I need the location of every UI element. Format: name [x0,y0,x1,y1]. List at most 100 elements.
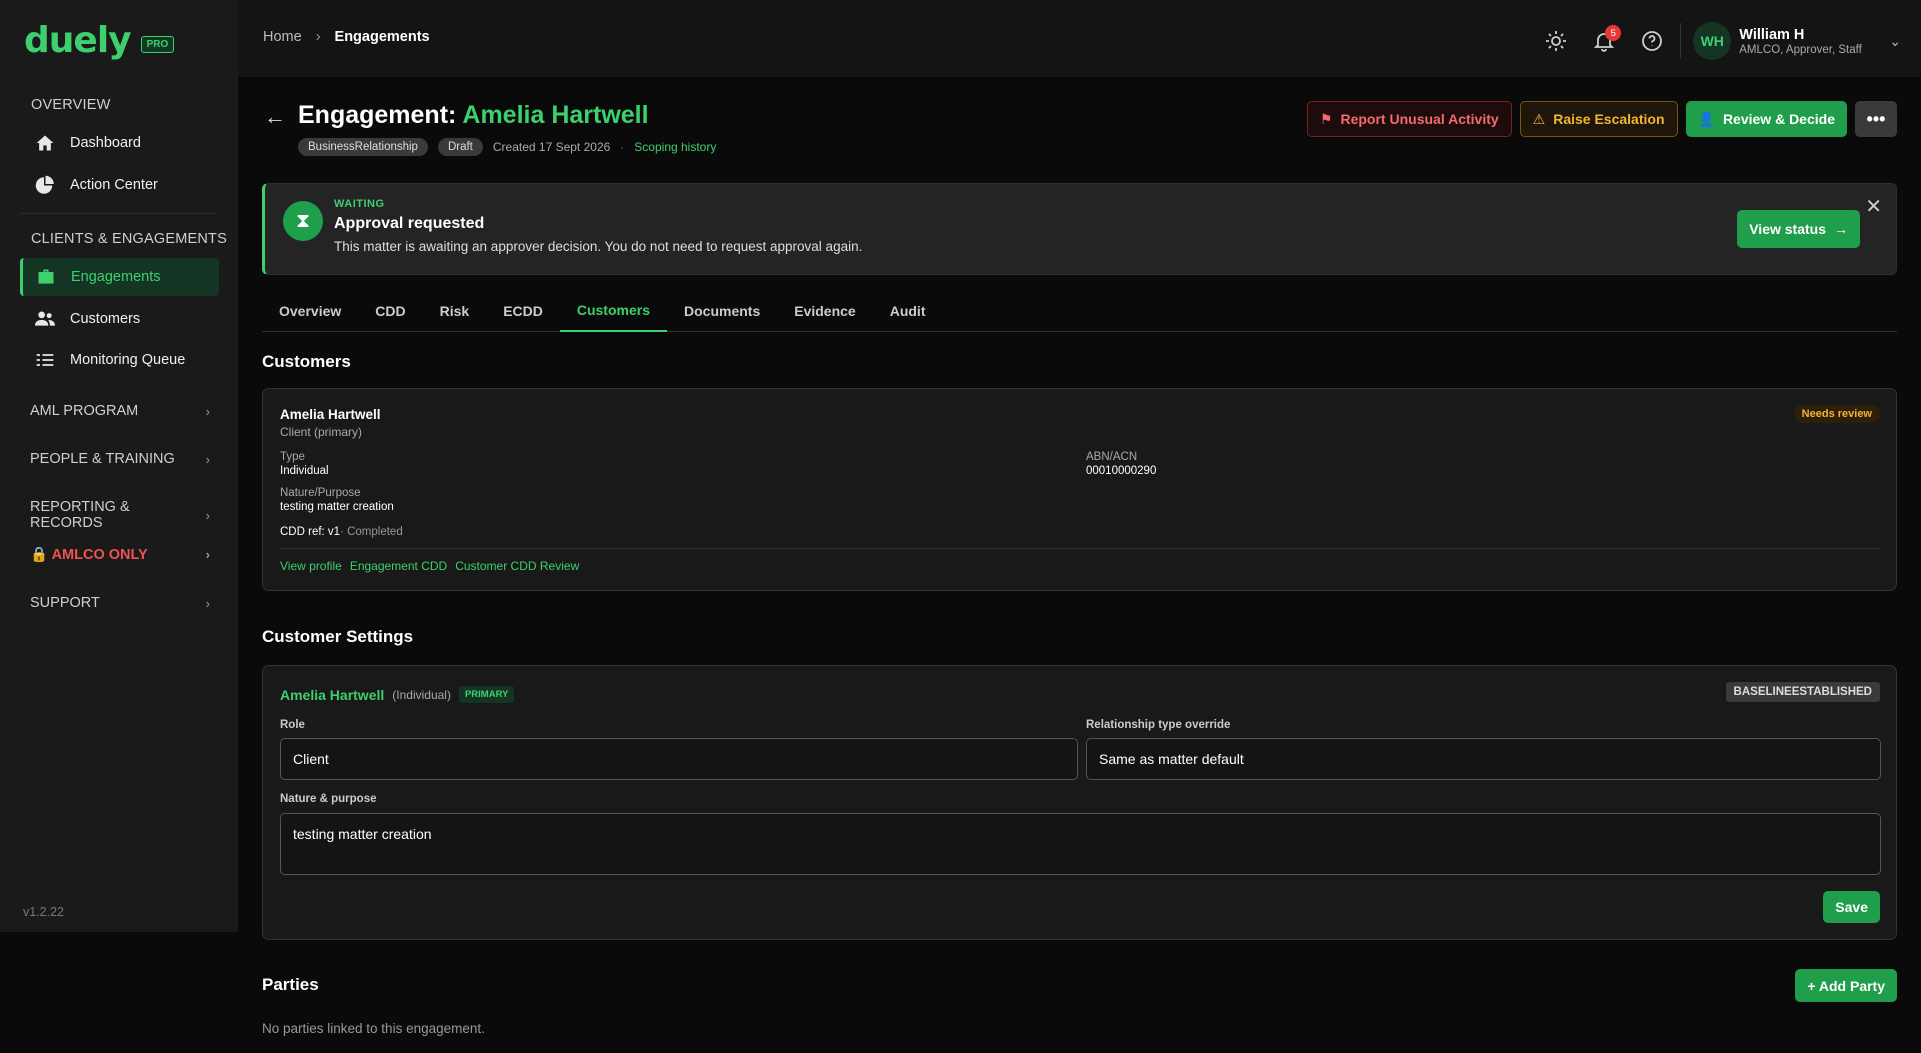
customer-cdd-review-link[interactable]: Customer CDD Review [455,559,579,573]
save-button[interactable]: Save [1823,891,1880,923]
sidebar-item-monitoring-queue[interactable]: Monitoring Queue [20,341,219,379]
topbar: Home › Engagements 5 WH William H AMLCO,… [238,0,1921,77]
sidebar: duely PRO OVERVIEW Dashboard Action Cent… [0,0,238,932]
sidebar-group-people-training[interactable]: PEOPLE & TRAINING › [30,451,210,467]
notification-count: 5 [1605,25,1622,41]
help-icon[interactable] [1640,29,1664,53]
lock-icon: 🔒 [30,547,49,563]
tab-documents[interactable]: Documents [667,290,777,332]
nature-purpose-textarea[interactable]: testing matter creation [280,813,1881,875]
role-field[interactable]: Client [280,738,1078,780]
chevron-right-icon: › [315,29,321,45]
warning-icon: ⚠ [1532,110,1546,127]
sidebar-group-aml-program[interactable]: AML PROGRAM › [30,403,210,419]
role-label: Role [280,719,305,731]
tab-ecdd[interactable]: ECDD [486,290,560,332]
settings-customer-type: (Individual) [392,687,451,702]
settings-customer-name[interactable]: Amelia Hartwell [280,687,384,703]
chevron-right-icon: › [205,595,210,611]
user-name: William H [1739,26,1805,43]
briefcase-icon [38,269,54,284]
top-actions: 5 WH William H AMLCO, Approver, Staff ⌄ [1520,22,1921,60]
sidebar-item-label: Customers [70,311,141,327]
title-prefix: Engagement: [298,101,457,129]
meta-separator: · [620,140,625,154]
arrow-right-icon: → [1834,221,1848,237]
logo[interactable]: duely PRO [24,20,175,61]
page-title: Engagement: Amelia Hartwell [298,101,649,130]
customer-nature: Nature/Purpose testing matter creation [280,487,394,513]
field-value: Individual [280,465,329,477]
engagement-cdd-link[interactable]: Engagement CDD [350,559,447,573]
sidebar-group-support[interactable]: SUPPORT › [30,595,210,611]
field-label: ABN/ACN [1086,451,1138,463]
user-check-icon: 👤 [1697,110,1715,127]
sidebar-group-reporting-records[interactable]: REPORTING & RECORDS › [30,499,210,531]
tab-cdd[interactable]: CDD [358,290,422,332]
view-profile-link[interactable]: View profile [280,559,342,573]
breadcrumb-home[interactable]: Home [263,29,302,45]
home-icon [36,135,54,151]
avatar[interactable]: WH [1693,22,1732,60]
raise-escalation-button[interactable]: ⚠ Raise Escalation [1519,101,1678,137]
add-party-button[interactable]: + Add Party [1795,969,1897,1002]
tab-overview[interactable]: Overview [262,290,358,332]
section-head-clients: CLIENTS & ENGAGEMENTS [31,231,227,247]
theme-toggle-sun-icon[interactable] [1544,29,1568,53]
sidebar-item-dashboard[interactable]: Dashboard [20,124,219,162]
relationship-override-field[interactable]: Same as matter default [1086,738,1881,780]
scoping-history-link[interactable]: Scoping history [634,140,716,154]
group-label: SUPPORT [30,595,100,611]
breadcrumb-current: Engagements [334,29,430,45]
topbar-divider [1680,23,1682,59]
hourglass-icon: ⧗ [283,201,323,241]
group-label: AML PROGRAM [30,403,139,419]
customer-links: View profile Engagement CDD Customer CDD… [280,559,579,573]
section-head-overview: OVERVIEW [31,97,111,113]
chevron-down-icon[interactable]: ⌄ [1889,33,1901,50]
report-unusual-activity-button[interactable]: ⚑ Report Unusual Activity [1306,101,1512,137]
back-arrow-icon[interactable]: ← [264,104,286,130]
parties-empty-text: No parties linked to this engagement. [262,1021,485,1036]
sidebar-item-engagements[interactable]: Engagements [20,258,219,296]
button-label: Review & Decide [1722,111,1835,127]
more-options-button[interactable]: ••• [1855,101,1897,137]
field-value: 00010000290 [1086,465,1157,477]
customers-heading: Customers [262,352,351,371]
customer-settings-heading: Customer Settings [262,627,414,646]
customer-abn: ABN/ACN 00010000290 [1086,451,1156,477]
sidebar-item-action-center[interactable]: Action Center [20,166,219,204]
approval-banner: ⧗ WAITING Approval requested This matter… [262,183,1897,275]
chevron-right-icon: › [205,547,210,562]
sidebar-item-customers[interactable]: Customers [20,300,219,338]
primary-badge: PRIMARY [458,686,515,703]
tab-audit[interactable]: Audit [873,290,943,332]
close-icon[interactable]: ✕ [1865,194,1882,219]
tab-evidence[interactable]: Evidence [777,290,872,332]
field-label: Nature/Purpose [280,487,361,499]
parties-heading: Parties [262,975,319,994]
sidebar-group-amlco-only[interactable]: 🔒 AMLCO ONLY › [30,546,210,563]
app-version: v1.2.22 [23,905,65,919]
tag-relationship: BusinessRelationship [298,138,428,156]
user-menu[interactable]: William H AMLCO, Approver, Staff [1739,27,1889,56]
tab-customers[interactable]: Customers [559,290,667,332]
logo-text: duely [24,20,132,61]
view-status-button[interactable]: View status → [1737,210,1860,248]
group-label: REPORTING & RECORDS [30,499,130,531]
card-divider [280,548,1880,549]
tag-status: Draft [437,138,483,156]
review-decide-button[interactable]: 👤 Review & Decide [1685,101,1847,137]
page-meta: BusinessRelationship Draft Created 17 Se… [298,138,716,156]
button-label: Report Unusual Activity [1340,111,1499,127]
customer-role: Client (primary) [280,425,363,439]
group-label: PEOPLE & TRAINING [30,451,175,467]
tab-risk[interactable]: Risk [423,290,487,332]
bell-icon[interactable]: 5 [1592,25,1622,53]
field-label: Type [280,451,305,463]
nature-label: Nature & purpose [280,793,377,805]
header-actions: ⚑ Report Unusual Activity ⚠ Raise Escala… [1306,101,1897,137]
group-label: 🔒 AMLCO ONLY [30,546,148,563]
chevron-right-icon: › [205,403,210,419]
baseline-badge: BASELINEESTABLISHED [1725,682,1880,702]
